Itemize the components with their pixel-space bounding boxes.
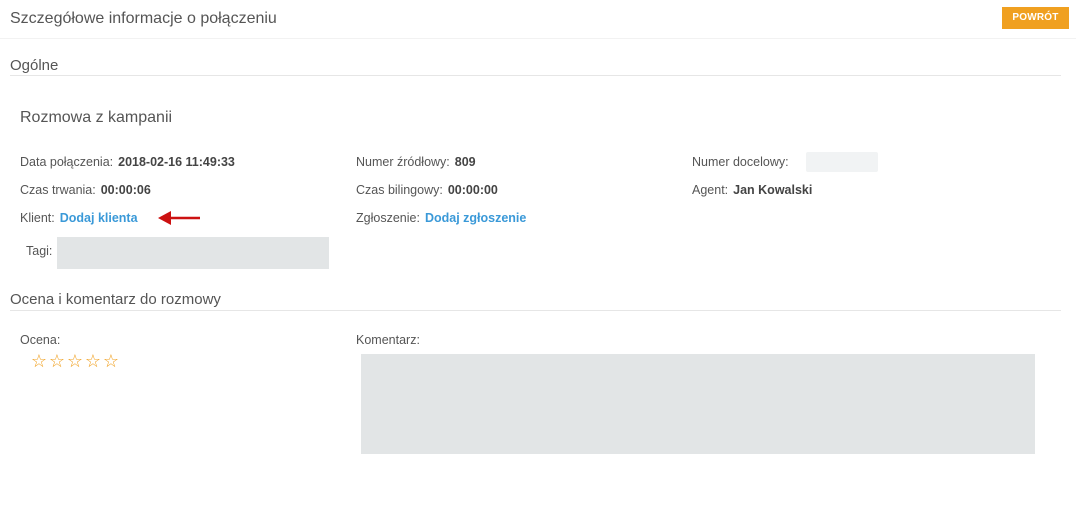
section-title-general: Ogólne [10,57,59,74]
left-arrow-icon [158,211,200,225]
add-client-link[interactable]: Dodaj klienta [60,211,138,225]
source-number-field: Numer źródłowy: 809 [356,155,476,169]
header-divider [0,38,1076,39]
add-ticket-link[interactable]: Dodaj zgłoszenie [425,211,526,225]
tags-label: Tagi: [26,244,53,258]
call-duration-value: 00:00:06 [100,183,151,197]
call-duration-field: Czas trwania: 00:00:06 [20,183,151,197]
ticket-field: Zgłoszenie: Dodaj zgłoszenie [356,211,526,225]
agent-label: Agent: [692,183,729,197]
ticket-label: Zgłoszenie: [356,211,420,225]
rating-stars[interactable]: ☆ ☆ ☆ ☆ ☆ [30,351,120,373]
section-divider-general [10,75,1061,76]
call-duration-label: Czas trwania: [20,183,96,197]
billing-time-value: 00:00:00 [447,183,498,197]
comment-textarea[interactable] [361,354,1035,454]
client-label: Klient: [20,211,55,225]
section-title-rating-comment: Ocena i komentarz do rozmowy [10,291,221,308]
star-icon[interactable]: ☆ [30,351,48,371]
star-icon[interactable]: ☆ [48,351,66,371]
billing-time-field: Czas bilingowy: 00:00:00 [356,183,498,197]
star-icon[interactable]: ☆ [102,351,120,371]
section-divider-rating-comment [10,310,1061,311]
star-icon[interactable]: ☆ [66,351,84,371]
tags-input[interactable] [57,237,329,269]
call-date-value: 2018-02-16 11:49:33 [118,155,235,169]
target-number-redacted [806,152,878,172]
back-button[interactable]: POWRÓT [1002,7,1069,29]
rating-label: Ocena: [20,333,61,347]
source-number-value: 809 [454,155,476,169]
page-title: Szczegółowe informacje o połączeniu [10,10,277,27]
call-subtitle: Rozmowa z kampanii [20,109,173,126]
source-number-label: Numer źródłowy: [356,155,450,169]
client-field: Klient: Dodaj klienta [20,211,138,225]
agent-field: Agent: Jan Kowalski [692,183,812,197]
comment-label: Komentarz: [356,333,420,347]
call-date-label: Data połączenia: [20,155,114,169]
star-icon[interactable]: ☆ [84,351,102,371]
billing-time-label: Czas bilingowy: [356,183,443,197]
target-number-label: Numer docelowy: [692,155,789,169]
call-date-field: Data połączenia: 2018-02-16 11:49:33 [20,155,235,169]
target-number-field: Numer docelowy: [692,155,794,169]
agent-value: Jan Kowalski [733,183,813,197]
